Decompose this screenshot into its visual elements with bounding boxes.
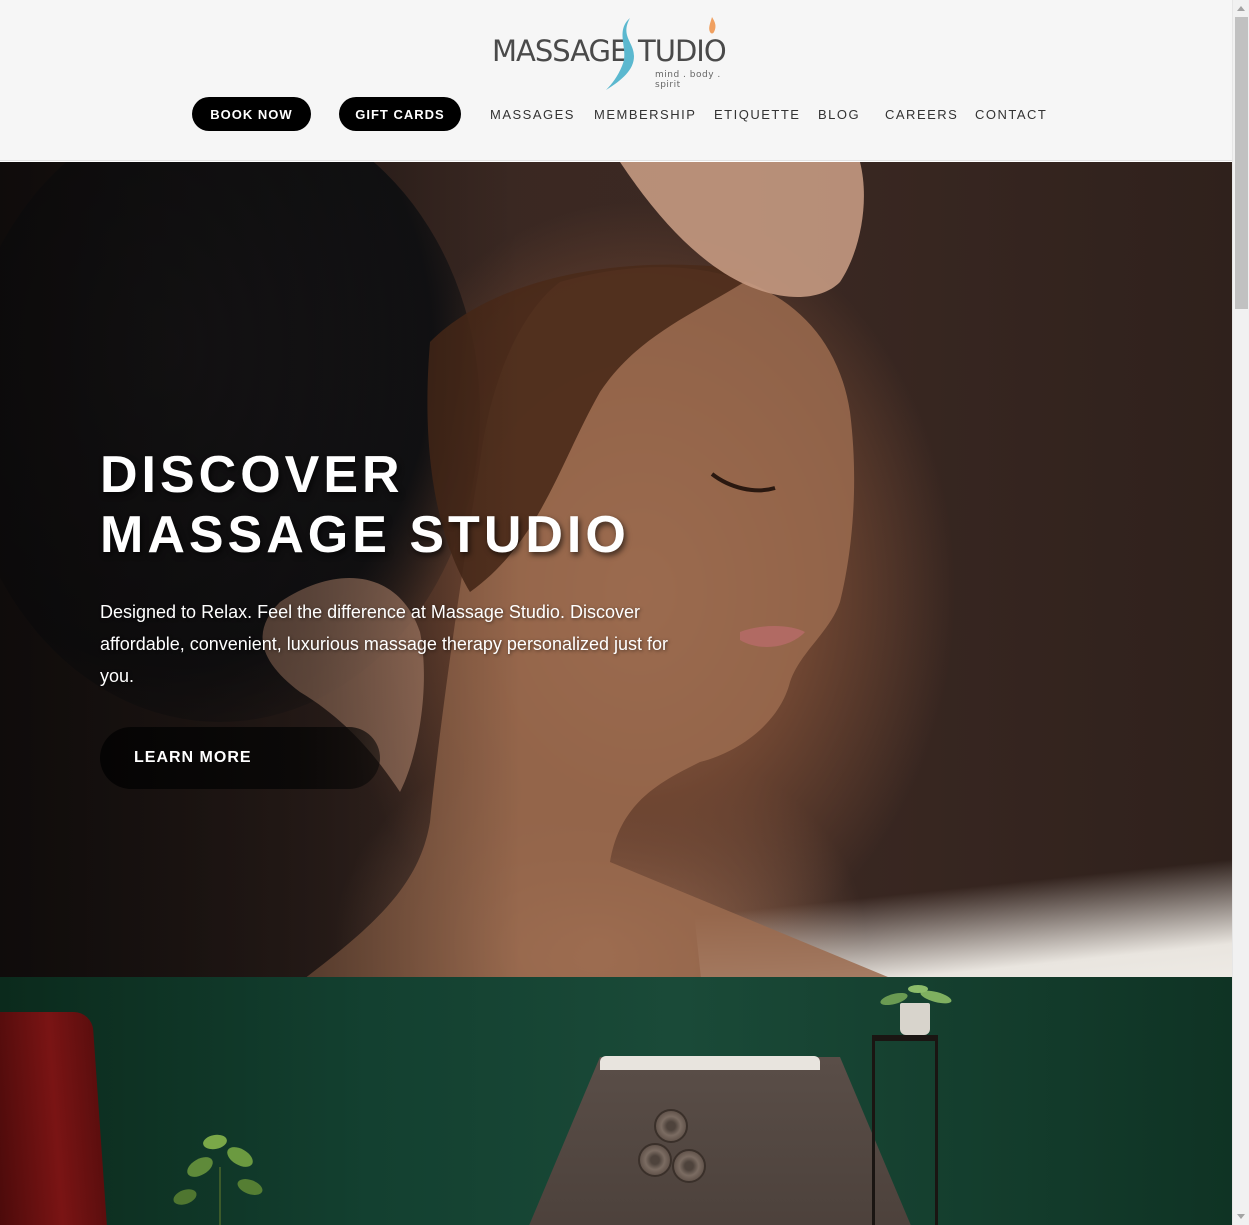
scrollbar-thumb[interactable]: [1235, 17, 1248, 309]
hero-banner: DISCOVER MASSAGE STUDIO Designed to Rela…: [0, 162, 1232, 977]
room-photo-plant-pot: [900, 1003, 930, 1035]
room-photo-chair: [0, 1012, 109, 1225]
hero-text-overlay: [0, 162, 520, 977]
page-scrollbar[interactable]: [1232, 0, 1249, 1225]
page-viewport: MASSAGE TUDIO mind . body . spirit BOOK …: [0, 0, 1232, 1225]
room-photo-side-shelf: [872, 1035, 938, 1225]
studio-room-section: [0, 977, 1232, 1225]
hero-title-line-2: MASSAGE STUDIO: [100, 506, 630, 564]
rolled-towels-icon: [632, 1109, 712, 1195]
nav-link-membership[interactable]: MEMBERSHIP: [594, 97, 696, 131]
nav-link-careers[interactable]: CAREERS: [885, 97, 958, 131]
learn-more-button[interactable]: LEARN MORE: [100, 727, 380, 789]
scroll-down-arrow-icon[interactable]: [1237, 1214, 1245, 1219]
site-header: MASSAGE TUDIO mind . body . spirit BOOK …: [0, 0, 1232, 161]
hero-title: DISCOVER MASSAGE STUDIO: [100, 445, 630, 565]
nav-link-blog[interactable]: BLOG: [818, 97, 860, 131]
scroll-up-arrow-icon[interactable]: [1237, 6, 1245, 11]
book-now-button[interactable]: BOOK NOW: [192, 97, 311, 131]
main-nav: BOOK NOW GIFT CARDS MASSAGES MEMBERSHIP …: [0, 97, 1232, 131]
site-logo[interactable]: MASSAGE TUDIO mind . body . spirit: [488, 14, 748, 94]
gift-cards-button[interactable]: GIFT CARDS: [339, 97, 461, 131]
hero-title-line-1: DISCOVER: [100, 446, 404, 504]
nav-link-etiquette[interactable]: ETIQUETTE: [714, 97, 800, 131]
plant-icon: [173, 1134, 263, 1225]
logo-tagline: mind . body . spirit: [655, 70, 721, 90]
logo-word-studio: TUDIO: [638, 34, 727, 68]
room-photo-massage-table: [520, 1057, 920, 1225]
logo-flame-icon: [709, 17, 716, 34]
nav-link-contact[interactable]: CONTACT: [975, 97, 1047, 131]
room-photo-table-sheet: [600, 1056, 820, 1070]
hero-subtitle: Designed to Relax. Feel the difference a…: [100, 602, 669, 686]
nav-link-massages[interactable]: MASSAGES: [490, 97, 575, 131]
